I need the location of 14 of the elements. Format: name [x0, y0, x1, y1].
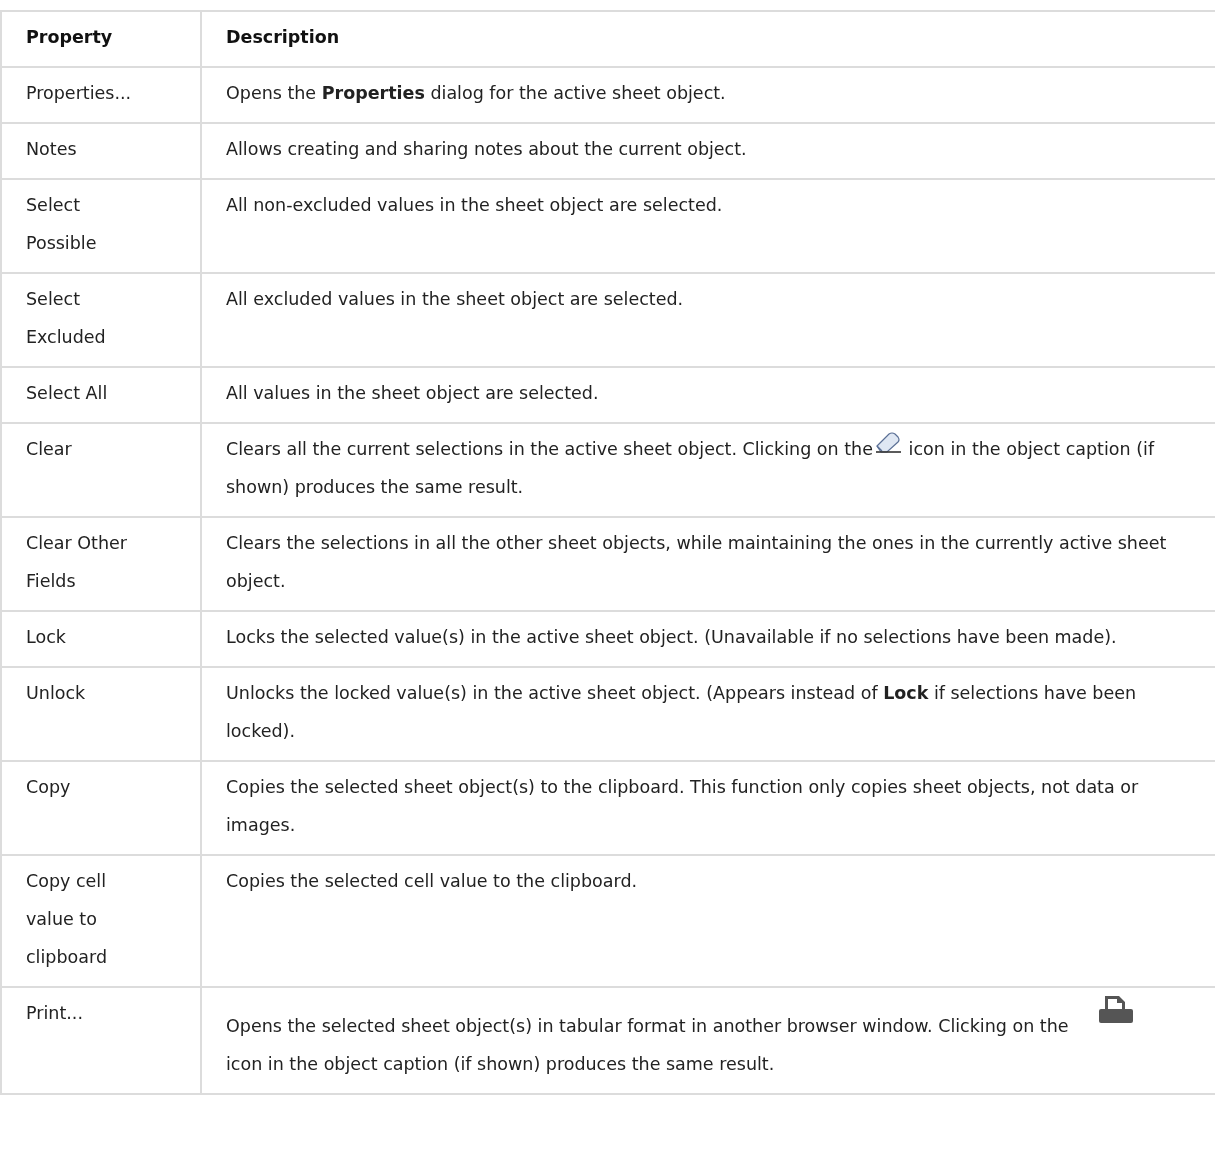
table-cell: Clear Other Fields — [1, 517, 201, 611]
table-cell: Clear — [1, 423, 201, 517]
table-cell: Select All — [1, 367, 201, 423]
table-cell: Select Possible — [1, 179, 201, 273]
table-cell: Copy cell value to clipboard — [1, 855, 201, 987]
table-cell: Properties... — [1, 67, 201, 123]
column-header: Description — [201, 11, 1215, 67]
table-cell: Print... — [1, 987, 201, 1094]
table-cell: Notes — [1, 123, 201, 179]
table-cell: Copy — [1, 761, 201, 855]
table-cell: Lock — [1, 611, 201, 667]
table-cell: Select Excluded — [1, 273, 201, 367]
table-cell: Unlock — [1, 667, 201, 761]
column-header: Property — [1, 11, 201, 67]
